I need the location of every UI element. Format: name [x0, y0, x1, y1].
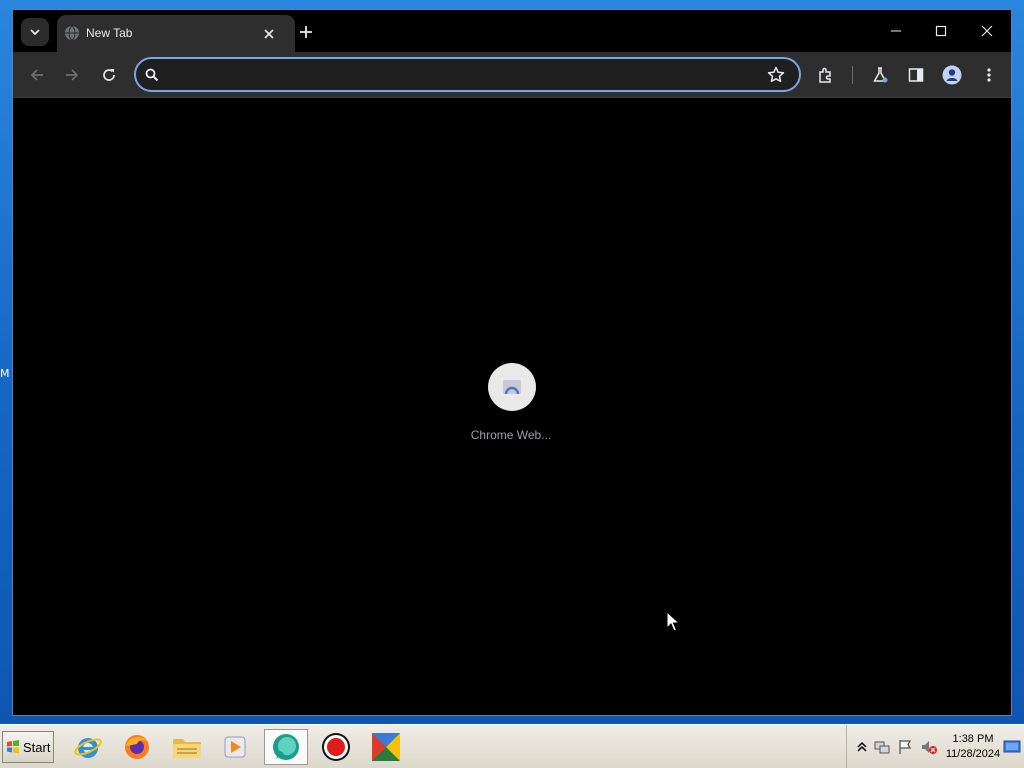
maximize-icon — [935, 25, 947, 37]
minimize-button[interactable] — [881, 18, 911, 44]
profile-button[interactable] — [941, 64, 963, 86]
shortcut-label: Chrome Web... — [470, 428, 552, 442]
app-icon — [372, 733, 400, 761]
tab-close-icon[interactable] — [260, 25, 278, 43]
tab-strip: New Tab — [13, 10, 1011, 52]
windows-logo-icon — [7, 740, 19, 754]
firefox-icon — [125, 735, 149, 759]
reload-button[interactable] — [98, 64, 120, 86]
chevron-down-icon — [30, 29, 40, 36]
side-panel-icon — [908, 68, 924, 82]
volume-muted-icon[interactable] — [920, 738, 938, 756]
toolbar — [13, 52, 1011, 98]
desktop-edge-label: M — [0, 367, 10, 380]
maximize-button[interactable] — [926, 18, 956, 44]
profile-icon — [942, 65, 962, 85]
address-bar[interactable] — [134, 57, 801, 92]
taskbar-media-player[interactable] — [213, 729, 257, 765]
minimize-icon — [891, 30, 901, 32]
extensions-icon — [819, 67, 831, 83]
taskbar-app[interactable] — [364, 729, 408, 765]
record-icon — [322, 733, 350, 761]
reload-icon — [103, 69, 115, 81]
action-center-flag-icon[interactable] — [896, 738, 914, 756]
start-label: Start — [23, 739, 51, 755]
new-tab-page: Chrome Web... — [13, 99, 1011, 715]
media-player-icon — [224, 736, 246, 758]
show-hidden-icons-icon[interactable] — [853, 738, 871, 756]
tab-title: New Tab — [86, 26, 133, 40]
forward-button[interactable] — [61, 64, 83, 86]
shortcut-circle — [488, 363, 536, 411]
forward-arrow-icon — [66, 69, 79, 81]
system-tray: 1:38 PM 11/28/2024 — [846, 725, 1024, 768]
clock-time: 1:38 PM — [952, 733, 994, 745]
start-button[interactable]: Start — [2, 731, 54, 763]
taskbar-recorder[interactable] — [314, 729, 358, 765]
menu-icon — [987, 68, 991, 82]
clock-date: 11/28/2024 — [945, 748, 1001, 760]
side-panel-button[interactable] — [905, 64, 927, 86]
taskbar-file-explorer[interactable] — [165, 729, 209, 765]
back-arrow-icon — [30, 69, 43, 81]
taskbar-firefox[interactable] — [115, 729, 159, 765]
clock[interactable]: 1:38 PM 11/28/2024 — [943, 732, 1003, 762]
chrome-window: New Tab Chrome Web... — [12, 9, 1012, 716]
network-icon[interactable] — [873, 738, 891, 756]
globe-icon — [65, 25, 79, 41]
new-tab-icon[interactable] — [296, 22, 316, 42]
tab-new-tab[interactable]: New Tab — [57, 15, 295, 52]
labs-icon — [873, 67, 888, 83]
shortcut-chrome-web-store[interactable]: Chrome Web... — [461, 363, 561, 453]
close-window-button[interactable] — [972, 18, 1002, 44]
taskbar: Start 1:38 PM 11/28/2024 — [0, 724, 1024, 768]
star-icon[interactable] — [766, 65, 786, 85]
chrome-web-store-icon — [503, 380, 521, 395]
taskbar-chrome[interactable] — [264, 729, 308, 765]
extensions-button[interactable] — [815, 64, 837, 86]
internet-explorer-icon — [74, 738, 102, 758]
address-input[interactable] — [166, 64, 746, 86]
toolbar-divider — [852, 66, 853, 84]
file-explorer-icon — [173, 739, 201, 758]
show-desktop-icon[interactable] — [1003, 738, 1021, 756]
close-icon — [981, 25, 993, 37]
tab-search-button[interactable] — [21, 18, 49, 46]
taskbar-ie[interactable] — [66, 729, 110, 765]
chrome-icon — [273, 734, 299, 760]
mouse-cursor-icon — [666, 611, 680, 632]
back-button[interactable] — [26, 64, 48, 86]
search-icon — [145, 68, 159, 82]
menu-button[interactable] — [978, 64, 1000, 86]
labs-button[interactable] — [869, 64, 891, 86]
